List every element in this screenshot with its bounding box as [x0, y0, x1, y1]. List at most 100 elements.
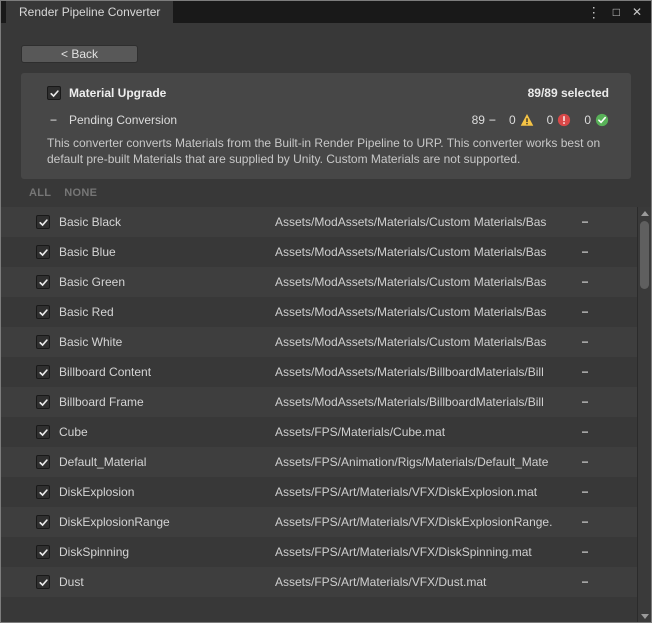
item-checkbox[interactable] [36, 335, 50, 349]
item-name: Billboard Content [59, 365, 275, 379]
item-path: Assets/FPS/Art/Materials/VFX/DiskExplosi… [275, 485, 575, 499]
item-status-icon: − [575, 335, 595, 349]
error-count: 0 [547, 113, 554, 127]
item-name: Billboard Frame [59, 395, 275, 409]
select-none-button[interactable]: NONE [64, 187, 97, 199]
item-path: Assets/FPS/Art/Materials/VFX/DiskSpinnin… [275, 545, 575, 559]
item-path: Assets/ModAssets/Materials/Custom Materi… [275, 245, 575, 259]
item-name: DiskExplosionRange [59, 515, 275, 529]
back-button[interactable]: < Back [21, 45, 138, 63]
item-name: DiskExplosion [59, 485, 275, 499]
pending-count: 89 [472, 113, 485, 127]
item-checkbox[interactable] [36, 275, 50, 289]
warning-icon [520, 113, 534, 127]
kebab-menu-icon[interactable]: ⋮ [587, 5, 601, 19]
table-row[interactable]: DiskExplosion Assets/FPS/Art/Materials/V… [1, 477, 637, 507]
table-row[interactable]: Basic Red Assets/ModAssets/Materials/Cus… [1, 297, 637, 327]
item-checkbox[interactable] [36, 245, 50, 259]
converter-description: This converter converts Materials from t… [47, 136, 609, 167]
item-path: Assets/ModAssets/Materials/Custom Materi… [275, 305, 575, 319]
check-icon [38, 577, 49, 588]
window-controls: ⋮ □ ✕ [587, 1, 651, 23]
item-status-icon: − [575, 275, 595, 289]
item-status-icon: − [575, 245, 595, 259]
render-pipeline-converter-window: Render Pipeline Converter ⋮ □ ✕ < Back M… [0, 0, 652, 623]
item-name: Dust [59, 575, 275, 589]
warning-count: 0 [509, 113, 516, 127]
scrollbar-thumb[interactable] [640, 221, 649, 289]
table-row[interactable]: Basic Blue Assets/ModAssets/Materials/Cu… [1, 237, 637, 267]
item-checkbox[interactable] [36, 395, 50, 409]
table-row[interactable]: DiskSpinning Assets/FPS/Art/Materials/VF… [1, 537, 637, 567]
item-status-icon: − [575, 545, 595, 559]
item-name: DiskSpinning [59, 545, 275, 559]
window-title: Render Pipeline Converter [19, 5, 160, 19]
window-tab[interactable]: Render Pipeline Converter [6, 1, 173, 23]
item-name: Basic Red [59, 305, 275, 319]
item-status-icon: − [575, 485, 595, 499]
table-row[interactable]: Default_Material Assets/FPS/Animation/Ri… [1, 447, 637, 477]
scrollbar[interactable] [637, 207, 651, 622]
material-list: Basic Black Assets/ModAssets/Materials/C… [1, 207, 637, 622]
window-body: < Back Material Upgrade 89/89 selected −… [1, 23, 651, 622]
item-path: Assets/ModAssets/Materials/Custom Materi… [275, 275, 575, 289]
maximize-icon[interactable]: □ [613, 6, 620, 18]
check-icon [38, 547, 49, 558]
check-icon [38, 457, 49, 468]
table-row[interactable]: Basic Black Assets/ModAssets/Materials/C… [1, 207, 637, 237]
check-icon [38, 367, 49, 378]
item-checkbox[interactable] [36, 365, 50, 379]
close-icon[interactable]: ✕ [632, 6, 642, 18]
scroll-up-icon[interactable] [641, 211, 649, 216]
item-path: Assets/ModAssets/Materials/Custom Materi… [275, 335, 575, 349]
check-icon [38, 217, 49, 228]
item-name: Basic Blue [59, 245, 275, 259]
item-path: Assets/ModAssets/Materials/BillboardMate… [275, 395, 575, 409]
success-count-group: 0 [584, 113, 609, 127]
table-row[interactable]: Basic Green Assets/ModAssets/Materials/C… [1, 267, 637, 297]
item-path: Assets/FPS/Art/Materials/VFX/Dust.mat [275, 575, 575, 589]
success-icon [595, 113, 609, 127]
table-row[interactable]: Billboard Content Assets/ModAssets/Mater… [1, 357, 637, 387]
item-checkbox[interactable] [36, 305, 50, 319]
scroll-down-icon[interactable] [641, 614, 649, 619]
select-all-button[interactable]: ALL [29, 187, 51, 199]
item-status-icon: − [575, 365, 595, 379]
table-row[interactable]: Billboard Frame Assets/ModAssets/Materia… [1, 387, 637, 417]
check-icon [38, 247, 49, 258]
warning-count-group: 0 [509, 113, 534, 127]
check-icon [38, 337, 49, 348]
pending-dash-icon: − [489, 113, 496, 127]
converter-header-row: Material Upgrade 89/89 selected [47, 86, 609, 100]
check-icon [38, 517, 49, 528]
converter-panel: Material Upgrade 89/89 selected − Pendin… [21, 73, 631, 179]
check-icon [49, 88, 60, 99]
pending-conversion-row[interactable]: − Pending Conversion 89 − 0 0 [47, 113, 609, 127]
item-name: Basic Green [59, 275, 275, 289]
foldout-dash-icon[interactable]: − [50, 113, 62, 127]
check-icon [38, 277, 49, 288]
check-icon [38, 307, 49, 318]
title-bar: Render Pipeline Converter ⋮ □ ✕ [1, 1, 651, 23]
item-checkbox[interactable] [36, 455, 50, 469]
table-row[interactable]: Cube Assets/FPS/Materials/Cube.mat − [1, 417, 637, 447]
item-name: Cube [59, 425, 275, 439]
item-checkbox[interactable] [36, 545, 50, 559]
item-checkbox[interactable] [36, 575, 50, 589]
item-status-icon: − [575, 425, 595, 439]
table-row[interactable]: DiskExplosionRange Assets/FPS/Art/Materi… [1, 507, 637, 537]
status-counts: 89 − 0 0 [472, 113, 609, 127]
item-checkbox[interactable] [36, 485, 50, 499]
table-row[interactable]: Basic White Assets/ModAssets/Materials/C… [1, 327, 637, 357]
item-checkbox[interactable] [36, 515, 50, 529]
converter-title: Material Upgrade [69, 86, 166, 100]
material-upgrade-checkbox[interactable] [47, 86, 61, 100]
table-row[interactable]: Dust Assets/FPS/Art/Materials/VFX/Dust.m… [1, 567, 637, 597]
item-name: Basic Black [59, 215, 275, 229]
pending-count-group: 89 − [472, 113, 496, 127]
item-checkbox[interactable] [36, 425, 50, 439]
check-icon [38, 397, 49, 408]
item-path: Assets/FPS/Materials/Cube.mat [275, 425, 575, 439]
selection-header: ALL NONE [29, 187, 651, 199]
item-checkbox[interactable] [36, 215, 50, 229]
